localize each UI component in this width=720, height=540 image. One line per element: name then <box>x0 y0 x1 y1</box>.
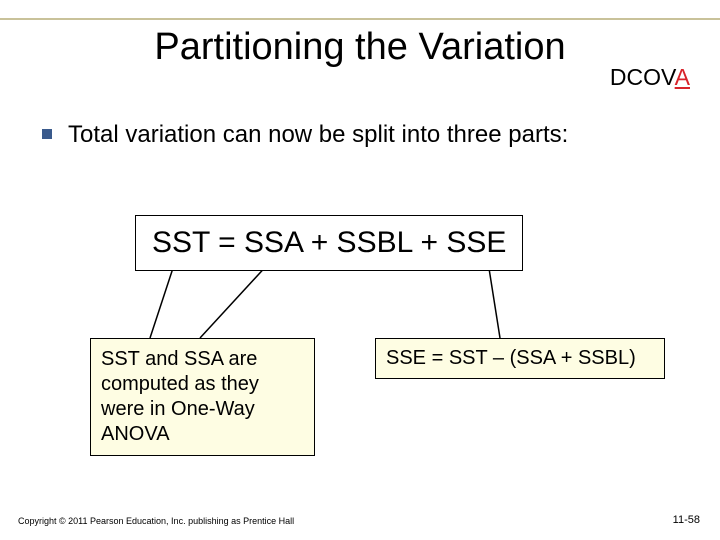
top-rule <box>0 18 720 20</box>
bullet-icon <box>42 129 52 139</box>
note-right-box: SSE = SST – (SSA + SSBL) <box>375 338 665 379</box>
dcova-tag: DCOVA <box>610 64 690 91</box>
bullet-text: Total variation can now be split into th… <box>68 120 568 150</box>
note-left-box: SST and SSA are computed as they were in… <box>90 338 315 456</box>
equation-box: SST = SSA + SSBL + SSE <box>135 215 523 271</box>
dcova-highlight: A <box>675 64 690 90</box>
copyright-text: Copyright © 2011 Pearson Education, Inc.… <box>18 516 294 526</box>
dcova-prefix: DCOV <box>610 64 675 90</box>
slide-title: Partitioning the Variation <box>0 26 720 69</box>
page-number: 11-58 <box>673 514 700 526</box>
bullet-item: Total variation can now be split into th… <box>42 120 682 150</box>
